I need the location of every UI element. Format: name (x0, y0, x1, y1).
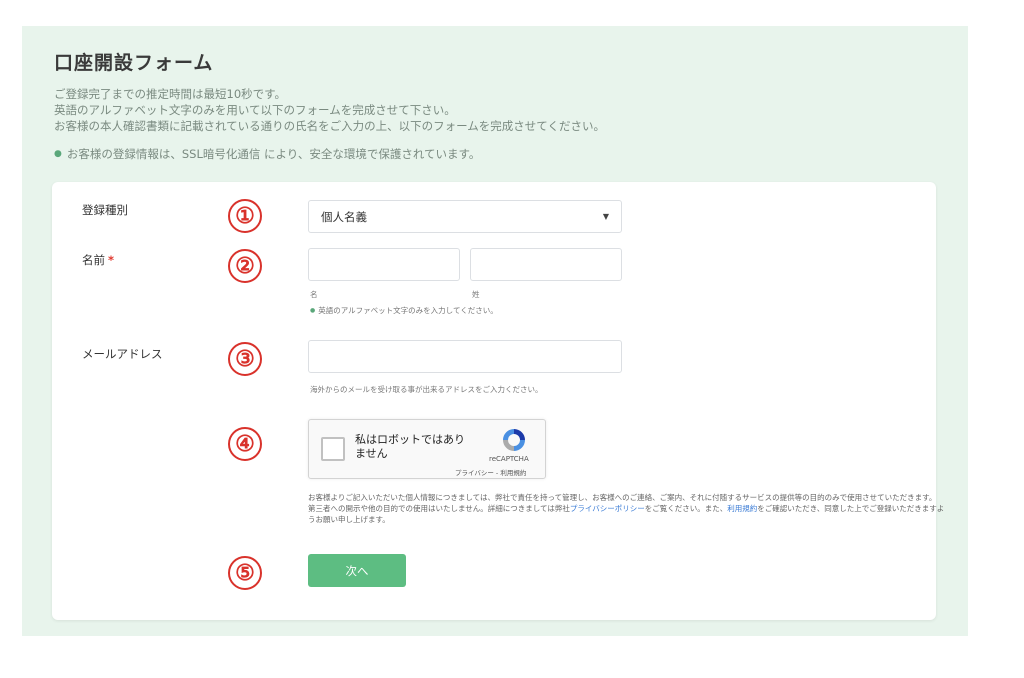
email-hint: 海外からのメールを受け取る事が出来るアドレスをご入力ください。 (310, 385, 543, 394)
email-input[interactable] (308, 340, 622, 373)
registration-type-label: 登録種別 (82, 203, 128, 217)
required-mark: * (108, 253, 115, 267)
recaptcha-links[interactable]: プライバシー - 利用規約 (455, 467, 526, 477)
registration-type-value: 個人名義 (321, 209, 367, 224)
caret-down-icon: ▼ (602, 212, 609, 221)
name-hint: ● 英語のアルファベット文字のみを入力してください。 (310, 305, 498, 316)
terms-link[interactable]: 利用規約 (727, 504, 757, 513)
consent-line-2-b: をご覧ください。また、 (644, 504, 728, 513)
consent-line-2-a: 第三者への開示や他の目的での使用はいたしません。詳細につきましては弊社 (308, 504, 570, 513)
intro-line-3: お客様の本人確認書類に記載されている通りの氏名をご入力の上、以下のフォームを完成… (54, 119, 605, 133)
marker-5: ⑤ (228, 556, 262, 590)
consent-line-2: 第三者への開示や他の目的での使用はいたしません。詳細につきましては弊社プライバシ… (308, 503, 948, 525)
marker-1: ① (228, 199, 262, 233)
captcha-checkbox[interactable] (321, 437, 345, 461)
bullet-icon: ● (54, 149, 62, 159)
form-card: 登録種別 ① 個人名義 ▼ 名前 * ② 名 姓 ● 英語のアルファベット文字のみ… (52, 182, 944, 620)
marker-2: ② (228, 249, 262, 283)
next-button[interactable]: 次へ (308, 554, 406, 587)
privacy-policy-link[interactable]: プライバシーポリシー (570, 504, 645, 513)
consent-line-1: お客様よりご記入いただいた個人情報につきましては、弊社で責任を持って管理し、お客… (308, 493, 937, 502)
recaptcha-widget: 私はロボットではあり ません reCAPTCHA プライバシー - 利用規約 (308, 419, 546, 479)
ssl-note-text: お客様の登録情報は、SSL暗号化通信 により、安全な環境で保護されています。 (66, 147, 481, 161)
recaptcha-logo-icon (503, 429, 525, 451)
name-label: 名前 * (82, 252, 114, 268)
first-name-caption: 名 (310, 290, 318, 299)
intro-line-1: ご登録完了までの推定時間は最短10秒です。 (54, 87, 286, 101)
captcha-label-line-1: 私はロボットではあり (355, 433, 465, 446)
page-title: 口座開設フォーム (54, 52, 214, 74)
last-name-input[interactable] (470, 248, 622, 281)
registration-type-select[interactable]: 個人名義 ▼ (308, 200, 622, 233)
first-name-input[interactable] (308, 248, 460, 281)
form-panel: 口座開設フォーム ご登録完了までの推定時間は最短10秒です。 英語のアルファベッ… (22, 26, 968, 636)
name-hint-text: 英語のアルファベット文字のみを入力してください。 (318, 306, 498, 315)
captcha-label-line-2: ません (355, 447, 388, 460)
recaptcha-brand: reCAPTCHA (489, 455, 529, 463)
bullet-icon: ● (310, 307, 316, 314)
marker-4: ④ (228, 427, 262, 461)
captcha-label: 私はロボットではあり ません (355, 433, 465, 461)
marker-3: ③ (228, 342, 262, 376)
consent-text: お客様よりご記入いただいた個人情報につきましては、弊社で責任を持って管理し、お客… (308, 492, 948, 525)
name-label-text: 名前 (82, 253, 105, 267)
intro-text: ご登録完了までの推定時間は最短10秒です。 英語のアルファベット文字のみを用いて… (54, 86, 934, 134)
email-label: メールアドレス (82, 347, 163, 361)
last-name-caption: 姓 (472, 290, 480, 299)
ssl-note: ● お客様の登録情報は、SSL暗号化通信 により、安全な環境で保護されています。 (54, 146, 480, 162)
intro-line-2: 英語のアルファベット文字のみを用いて以下のフォームを完成させて下さい。 (54, 103, 456, 117)
